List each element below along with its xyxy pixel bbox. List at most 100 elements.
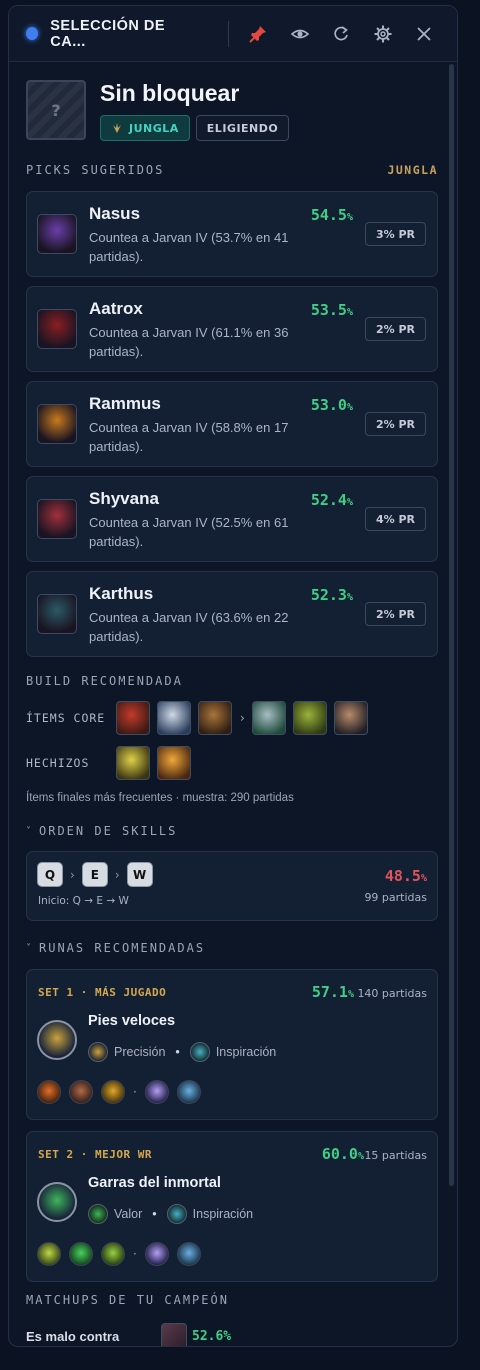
rune-set-card[interactable]: SET 1 · MÁS JUGADO 57.1% 140 partidas Pies …	[26, 969, 438, 1120]
minor-runes: ·	[37, 1080, 209, 1104]
minor-rune-icon	[69, 1242, 93, 1266]
pick-name: Rammus	[89, 394, 161, 413]
content: ? Sin bloquear JUNGLA ELIGIENDO PICKS SU…	[9, 62, 457, 1346]
secondary-path: Inspiración	[192, 1207, 254, 1221]
path-bullet: •	[152, 1207, 157, 1221]
pick-card[interactable]: Karthus Countea a Jarvan IV (63.6% en 22 …	[26, 571, 438, 657]
matchup-winrate: 52.6%	[192, 1328, 232, 1344]
close-icon	[417, 26, 431, 41]
pick-winrate: 53.0%	[310, 396, 353, 414]
item-green-axe-icon[interactable]	[292, 701, 327, 735]
refresh-button[interactable]	[320, 14, 362, 54]
skills-label: ORDEN DE SKILLS	[39, 824, 178, 838]
rune-set-tag: SET 2 · MEJOR WR	[38, 1148, 152, 1161]
pin-icon	[249, 25, 267, 43]
build-arrow: ›	[240, 711, 245, 725]
inspiration-path-icon	[166, 1204, 187, 1224]
rune-set-winrate: 60.0%	[321, 1145, 364, 1163]
pick-rate-badge: 2% PR	[365, 412, 426, 436]
pick-list: Nasus Countea a Jarvan IV (53.7% en 41 pa…	[26, 191, 438, 657]
pick-card[interactable]: Shyvana Countea a Jarvan IV (52.5% en 61 …	[26, 476, 438, 562]
pick-winrate: 53.5%	[310, 301, 353, 319]
pick-name: Aatrox	[89, 299, 143, 318]
rune-set-tag: SET 1 · MÁS JUGADO	[38, 986, 167, 999]
skill-winrate: 48.5%	[384, 867, 427, 885]
unknown-champion-icon: ?	[51, 100, 61, 120]
runes-toggle[interactable]: ˅ RUNAS RECOMENDADAS	[26, 941, 438, 955]
rune-sets: SET 1 · MÁS JUGADO 57.1% 140 partidas Pies …	[26, 969, 438, 1282]
close-button[interactable]	[403, 14, 445, 54]
inspiration-path-icon	[189, 1042, 210, 1062]
spell-flash-icon[interactable]	[157, 746, 191, 780]
skill-sep: ›	[70, 867, 75, 882]
pick-rate-badge: 2% PR	[365, 602, 426, 626]
matchup-bad-label: Es malo contra	[26, 1328, 120, 1344]
picks-label: PICKS SUGERIDOS	[26, 163, 165, 177]
matchups-label: MATCHUPS DE TU CAMPEÓN	[26, 1293, 229, 1307]
pick-card[interactable]: Aatrox Countea a Jarvan IV (61.1% en 36 p…	[26, 286, 438, 372]
item-red-shield-icon[interactable]	[116, 701, 150, 735]
rune-set-card[interactable]: SET 2 · MEJOR WR 60.0% 15 partidas Garras d…	[26, 1131, 438, 1282]
primary-path: Precisión	[114, 1045, 166, 1059]
champion-name: Sin bloquear	[100, 80, 240, 106]
spells-label: HECHIZOS	[26, 756, 90, 770]
item-bronze-boots-icon[interactable]	[198, 701, 232, 735]
matchup-champion-icon[interactable]	[161, 1323, 187, 1346]
spells-row: HECHIZOS	[26, 746, 438, 780]
refresh-icon	[334, 25, 349, 40]
champion-header: ? Sin bloquear JUNGLA ELIGIENDO	[26, 80, 438, 141]
minor-rune-icon	[176, 1242, 201, 1266]
minor-rune-icon	[37, 1080, 61, 1104]
champion-icon	[37, 214, 77, 254]
champion-icon	[37, 404, 77, 444]
minor-rune-icon	[101, 1242, 125, 1266]
pick-winrate: 54.5%	[310, 206, 353, 224]
skill-start: Inicio: Q → E → W	[38, 895, 129, 907]
visibility-button[interactable]	[279, 14, 321, 54]
skill-key: E	[81, 862, 108, 887]
pick-winrate: 52.3%	[310, 586, 353, 604]
skill-keys: Q › E › W	[37, 862, 153, 887]
picks-role: JUNGLA	[387, 163, 438, 177]
item-dark-sword-icon[interactable]	[333, 701, 368, 735]
minor-separator: ·	[133, 1247, 137, 1261]
pick-name: Shyvana	[89, 489, 159, 508]
pick-card[interactable]: Rammus Countea a Jarvan IV (58.8% en 17 p…	[26, 381, 438, 467]
pick-name: Karthus	[89, 584, 154, 603]
item-silver-crown-icon[interactable]	[251, 701, 286, 735]
gear-icon	[374, 25, 392, 42]
chevron-down-icon: ˅	[26, 825, 31, 837]
rune-paths: Valor • Inspiración	[88, 1204, 253, 1224]
pin-button[interactable]	[237, 14, 279, 54]
skill-key: W	[126, 862, 153, 887]
minor-rune-icon	[37, 1242, 61, 1266]
picks-header: PICKS SUGERIDOS JUNGLA	[26, 163, 438, 177]
pick-desc: Countea a Jarvan IV (63.6% en 22 partida…	[89, 610, 289, 644]
rune-set-winrate: 57.1%	[311, 983, 354, 1001]
champion-portrait[interactable]: ?	[26, 80, 86, 140]
skill-key: Q	[37, 862, 63, 887]
minor-rune-icon	[144, 1242, 169, 1266]
eye-icon	[290, 29, 309, 38]
item-white-blade-icon[interactable]	[157, 701, 191, 735]
champ-select-window: SELECCIÓN DE CA... ? Sin bloquear JUNGLA…	[8, 5, 458, 1347]
keystone-name: Garras del inmortal	[88, 1175, 221, 1191]
window-header: SELECCIÓN DE CA...	[9, 6, 457, 62]
minor-rune-icon	[101, 1080, 125, 1104]
settings-button[interactable]	[362, 14, 404, 54]
jungle-icon	[113, 123, 121, 133]
secondary-path: Inspiración	[215, 1045, 277, 1059]
skills-toggle[interactable]: ˅ ORDEN DE SKILLS	[26, 824, 438, 838]
champion-icon	[37, 499, 77, 539]
build-label: BUILD RECOMENDADA	[26, 674, 183, 688]
precision-path-icon	[88, 1042, 108, 1062]
champion-icon	[37, 594, 77, 634]
runes-label: RUNAS RECOMENDADAS	[39, 941, 206, 955]
chevron-down-icon: ˅	[26, 942, 31, 954]
spell-smite-icon[interactable]	[116, 746, 150, 780]
minor-rune-icon	[69, 1080, 93, 1104]
skill-sep: ›	[114, 867, 120, 882]
pick-card[interactable]: Nasus Countea a Jarvan IV (53.7% en 41 pa…	[26, 191, 438, 277]
pick-winrate: 52.4%	[310, 491, 353, 509]
matchup-row: Es malo contra 52.6%	[26, 1323, 438, 1346]
